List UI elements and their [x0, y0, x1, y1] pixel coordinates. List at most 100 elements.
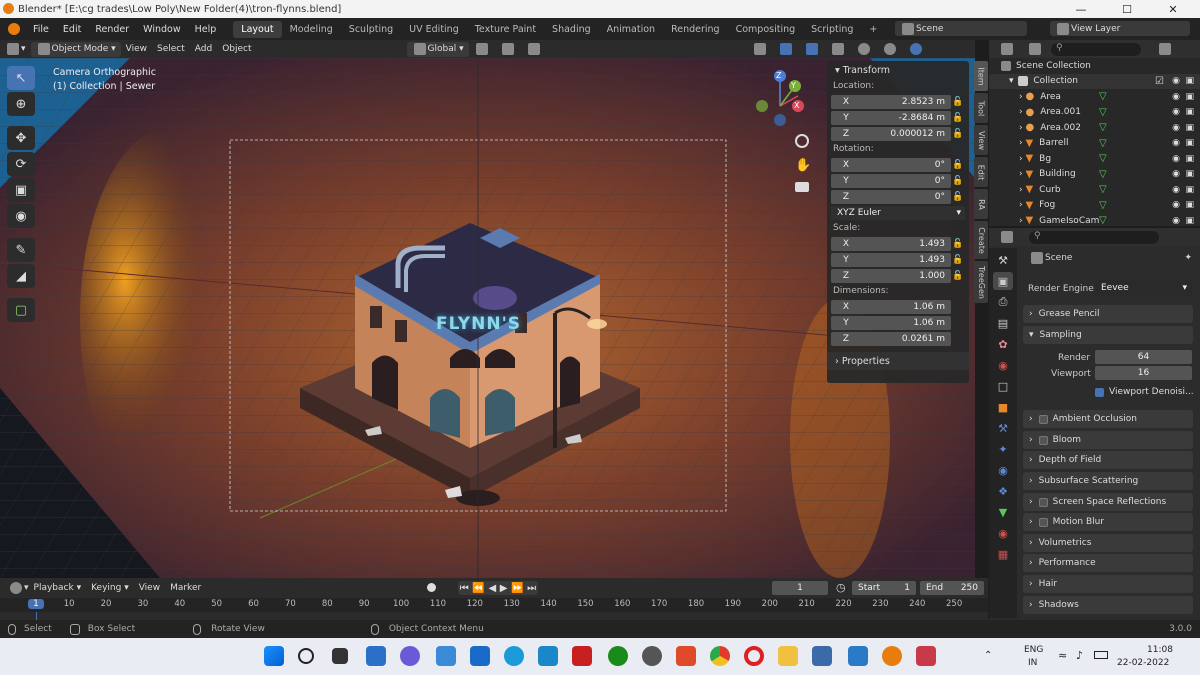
settings-gear-icon[interactable] — [642, 646, 662, 666]
properties-editor-icon[interactable] — [1001, 231, 1013, 243]
particles-props-icon[interactable]: ✦ — [993, 440, 1013, 458]
eye-icon[interactable]: ◉ — [1172, 169, 1180, 179]
start-frame-field[interactable]: Start 1 — [852, 581, 916, 595]
eye-icon[interactable]: ◉ — [1172, 138, 1180, 148]
gizmo-y-label[interactable]: Y — [791, 81, 796, 90]
wifi-icon[interactable]: ≈ — [1058, 649, 1067, 662]
render-props-icon[interactable]: ▣ — [993, 272, 1013, 290]
jump-start-icon[interactable]: ⏮ — [460, 583, 469, 594]
panel-screen-space-reflections[interactable]: › Screen Space Reflections — [1023, 493, 1193, 511]
snap-icon[interactable] — [495, 42, 521, 57]
gallery-icon[interactable] — [848, 646, 868, 666]
lock-icon[interactable]: 🔓 — [951, 271, 965, 281]
camera-icon[interactable]: ▣ — [1185, 138, 1194, 148]
material-props-icon[interactable]: ◉ — [993, 524, 1013, 542]
tab-rendering[interactable]: Rendering — [663, 21, 728, 38]
panel-grease-pencil[interactable]: › Grease Pencil — [1023, 305, 1193, 323]
camera-icon[interactable]: ▣ — [1185, 185, 1194, 195]
volume-icon[interactable]: ♪ — [1076, 649, 1083, 662]
output-props-icon[interactable]: ⎙ — [993, 293, 1013, 311]
dimensions-z-field[interactable]: Z 0.0261 m — [831, 331, 951, 346]
texture-props-icon[interactable]: ▦ — [993, 545, 1013, 563]
camera-icon[interactable]: ▣ — [1185, 216, 1194, 226]
panel-subsurface-scattering[interactable]: › Subsurface Scattering — [1023, 472, 1193, 490]
xray-icon[interactable] — [825, 42, 851, 57]
panel-volumetrics[interactable]: › Volumetrics — [1023, 534, 1193, 552]
panel-motion-blur[interactable]: › Motion Blur — [1023, 513, 1193, 531]
shading-solid-icon[interactable] — [851, 42, 877, 57]
eye-icon[interactable]: ◉ — [1172, 154, 1180, 164]
panel-depth-of-field[interactable]: › Depth of Field — [1023, 451, 1193, 469]
measure-tool-icon[interactable]: ◢ — [7, 264, 35, 288]
rotate-tool-icon[interactable]: ⟳ — [7, 152, 35, 176]
eye-icon[interactable]: ◉ — [1172, 76, 1180, 86]
annotate-tool-icon[interactable]: ✎ — [7, 238, 35, 262]
play-reverse-icon[interactable]: ◀ — [488, 583, 496, 594]
outliner-item[interactable]: › ● Area.001 ▽ ◉ ▣ — [989, 105, 1200, 121]
task-view-icon[interactable] — [332, 648, 348, 664]
scale-tool-icon[interactable]: ▣ — [7, 178, 35, 202]
add-workspace-button[interactable]: + — [861, 21, 885, 38]
tab-treegen[interactable]: TreeGen — [974, 261, 988, 303]
add-menu[interactable]: Add — [190, 42, 217, 57]
jump-end-icon[interactable]: ⏭ — [527, 583, 536, 594]
transform-tool-icon[interactable]: ◉ — [7, 204, 35, 228]
camera-view-icon[interactable] — [795, 182, 809, 192]
menu-edit[interactable]: Edit — [56, 24, 88, 35]
rotation-z-field[interactable]: Z 0° — [831, 189, 951, 204]
playback-controls[interactable]: ⏮ ⏪ ◀ ▶ ⏩ ⏭ — [458, 581, 538, 595]
eye-icon[interactable]: ◉ — [1172, 123, 1180, 133]
outliner-item[interactable]: › ▼ Building ▽ ◉ ▣ — [989, 167, 1200, 183]
search-icon[interactable] — [298, 648, 314, 664]
pan-hand-icon[interactable]: ✋ — [795, 158, 811, 173]
add-cube-tool-icon[interactable]: ▢ — [7, 298, 35, 322]
downloads-icon[interactable] — [812, 646, 832, 666]
modifier-props-icon[interactable]: ⚒ — [993, 419, 1013, 437]
render-engine-dropdown[interactable]: Eevee ▾ — [1095, 280, 1193, 296]
tab-animation[interactable]: Animation — [599, 21, 663, 38]
tab-tool[interactable]: Tool — [974, 93, 988, 123]
tab-create[interactable]: Create — [974, 221, 988, 259]
pin-icon[interactable]: ✦ — [1184, 253, 1192, 263]
panel-bloom[interactable]: › Bloom — [1023, 431, 1193, 449]
record-icon[interactable] — [427, 583, 436, 592]
chrome-icon[interactable] — [710, 646, 730, 666]
scene-props-tab-icon[interactable]: ✿ — [993, 335, 1013, 353]
shading-material-icon[interactable] — [877, 42, 903, 57]
scale-x-field[interactable]: X 1.493 — [831, 236, 951, 251]
store-l-icon[interactable] — [538, 646, 558, 666]
menu-file[interactable]: File — [26, 24, 56, 35]
outliner-item[interactable]: › ▼ Bg ▽ ◉ ▣ — [989, 151, 1200, 167]
camera-icon[interactable]: ▣ — [1185, 154, 1194, 164]
tab-edit[interactable]: Edit — [974, 157, 988, 187]
move-tool-icon[interactable]: ✥ — [7, 126, 35, 150]
system-tray-chevron-icon[interactable]: ⌃ — [984, 650, 992, 661]
properties-subpanel[interactable]: › Properties — [827, 352, 969, 370]
eye-icon[interactable]: ◉ — [1172, 216, 1180, 226]
shading-rendered-icon[interactable] — [903, 42, 929, 57]
lang-line2[interactable]: IN — [1028, 658, 1037, 668]
next-key-icon[interactable]: ⏩ — [511, 583, 523, 594]
close-button[interactable]: ✕ — [1150, 0, 1196, 18]
camera-icon[interactable]: ▣ — [1185, 107, 1194, 117]
object-menu[interactable]: Object — [217, 42, 256, 57]
constraints-props-icon[interactable]: ❖ — [993, 482, 1013, 500]
minimize-button[interactable]: — — [1058, 0, 1104, 18]
lock-icon[interactable]: 🔓 — [951, 160, 965, 170]
mode-dropdown[interactable]: Object Mode ▾ — [30, 41, 121, 57]
panel-shadows[interactable]: › Shadows — [1023, 596, 1193, 614]
rotation-y-field[interactable]: Y 0° — [831, 173, 951, 188]
location-z-field[interactable]: Z 0.000012 m — [831, 126, 951, 141]
mail-icon[interactable] — [470, 646, 490, 666]
world-props-icon[interactable]: ◉ — [993, 356, 1013, 374]
lock-icon[interactable]: 🔓 — [951, 97, 965, 107]
panel-ambient-occlusion[interactable]: › Ambient Occlusion — [1023, 410, 1193, 428]
collection-props-icon[interactable]: □ — [993, 377, 1013, 395]
transform-header[interactable]: ▾ Transform — [827, 61, 969, 79]
photos-icon[interactable] — [436, 646, 456, 666]
eye-icon[interactable]: ◉ — [1172, 185, 1180, 195]
dimensions-x-field[interactable]: X 1.06 m — [831, 299, 951, 314]
keying-menu[interactable]: Keying ▾ — [86, 581, 134, 596]
overlay-toggle-icon[interactable] — [799, 42, 825, 57]
marker-menu[interactable]: Marker — [165, 581, 206, 596]
